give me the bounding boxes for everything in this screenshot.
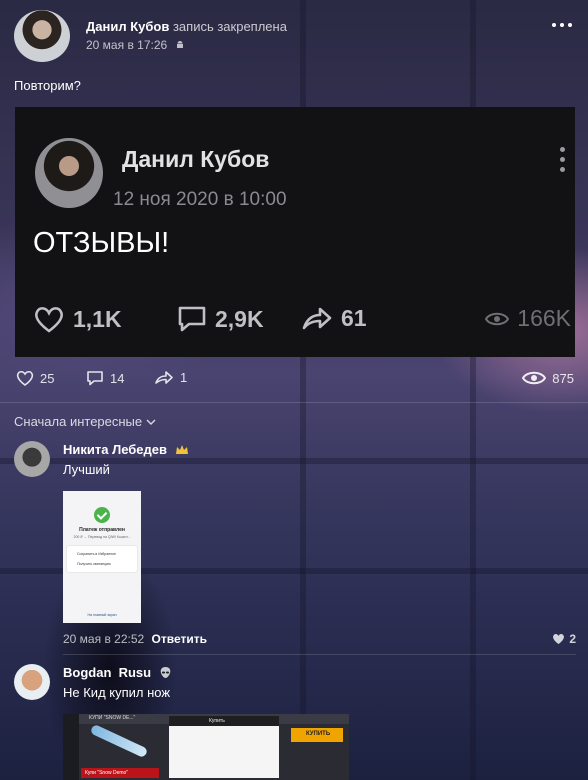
comment-meta: 20 мая в 22:52 Ответить: [63, 632, 207, 646]
attachment-red-label: Купи "Snow Demo": [81, 768, 159, 778]
like-count: 25: [40, 370, 55, 386]
commenter-avatar[interactable]: [14, 664, 50, 700]
check-icon: [94, 507, 110, 523]
like-button[interactable]: 25: [16, 370, 54, 386]
comment-like-button[interactable]: 2: [552, 632, 576, 646]
embed-date: 12 ноя 2020 в 10:00: [113, 189, 287, 210]
embed-author-name: Данил Кубов: [122, 146, 270, 172]
comment-button[interactable]: 14: [86, 370, 124, 386]
attachment-subtitle: 200 ₽ → Перевод на QIWI Кошел...: [73, 535, 131, 539]
share-count: 1: [180, 370, 188, 385]
comment-date[interactable]: 20 мая в 22:52: [63, 632, 144, 646]
comment-image-attachment[interactable]: Платеж отправлен 200 ₽ → Перевод на QIWI…: [63, 491, 141, 623]
divider: [0, 402, 588, 403]
embed-views-count: 166K: [517, 305, 571, 331]
post-date[interactable]: 20 мая в 17:26: [86, 38, 185, 52]
more-dots-icon[interactable]: [552, 20, 574, 30]
embed-comments-count: 2,9K: [215, 305, 264, 332]
comment-image-attachment[interactable]: КУПИ "SNOW DE..." Купить КУПИТЬ Купи "Sn…: [63, 714, 349, 780]
attachment-buy-label: КУПИТЬ: [306, 731, 331, 737]
knife-image: [89, 723, 149, 759]
post-views: 875: [522, 370, 574, 386]
comments-sort-label: Сначала интересные: [14, 414, 143, 429]
embed-views: 166K: [485, 305, 571, 332]
share-icon: [155, 370, 173, 384]
attachment-dialog-title: Купить: [209, 718, 225, 724]
attachment-header: КУПИ "SNOW DE...": [89, 715, 136, 721]
embed-shares: 61: [301, 305, 367, 332]
views-count: 875: [552, 370, 574, 386]
embedded-post-screenshot[interactable]: Данил Кубов 12 ноя 2020 в 10:00 ОТЗЫВЫ! …: [15, 107, 575, 357]
alien-icon: [160, 667, 171, 678]
embed-author-avatar: [35, 138, 103, 208]
comment-count: 14: [110, 370, 125, 386]
crown-icon: [175, 445, 188, 454]
share-icon: [302, 307, 332, 329]
author-name[interactable]: Данил Кубов: [86, 19, 169, 34]
author-avatar[interactable]: [14, 10, 70, 62]
attachment-item: Получить квитанцию: [77, 562, 111, 566]
embed-likes: 1,1K: [33, 305, 122, 333]
eye-icon: [485, 312, 510, 325]
commenter-avatar[interactable]: [14, 441, 50, 477]
reply-button[interactable]: Ответить: [152, 632, 207, 646]
attachment-card: Сохранить в Избранное Получить квитанцию: [67, 546, 137, 572]
embed-comments: 2,9K: [177, 305, 264, 333]
author-line: Данил Кубов запись закреплена: [86, 19, 287, 34]
post-text: Повторим?: [14, 78, 81, 93]
heart-icon: [16, 370, 34, 386]
comment-text: Не Кид купил нож: [63, 685, 171, 700]
eye-icon: [522, 371, 547, 385]
commenter-name-text: Bogdan Rusu: [63, 665, 152, 680]
attachment-item: Сохранить в Избранное: [77, 552, 116, 556]
embed-shares-count: 61: [341, 305, 367, 331]
heart-icon: [553, 634, 565, 644]
post-actions: 25 14 1 875: [16, 370, 574, 392]
post-date-text: 20 мая в 17:26: [86, 38, 168, 52]
embed-likes-count: 1,1K: [73, 305, 122, 332]
comment-like-count: 2: [569, 632, 576, 646]
commenter-name[interactable]: Никита Лебедев: [63, 442, 189, 457]
chevron-down-icon: [146, 419, 156, 425]
android-icon: [176, 41, 183, 48]
comments-sort-dropdown[interactable]: Сначала интересные: [14, 414, 156, 429]
comment-text: Лучший: [63, 462, 110, 477]
attachment-dialog: Купить: [169, 716, 279, 778]
attachment-red-text: Купи "Snow Demo": [85, 770, 129, 776]
attachment-sidebar: [63, 714, 79, 780]
embed-text: ОТЗЫВЫ!: [33, 227, 170, 259]
attachment-dialog-head: Купить: [169, 716, 279, 726]
comment-icon: [87, 371, 103, 386]
embed-stats: 1,1K 2,9K 61 166K: [33, 305, 571, 339]
attachment-title: Платеж отправлен: [79, 527, 125, 533]
heart-icon: [35, 307, 63, 333]
post-header: Данил Кубов запись закреплена 20 мая в 1…: [14, 10, 574, 62]
share-button[interactable]: 1: [154, 370, 187, 385]
commenter-name[interactable]: Bogdan Rusu: [63, 665, 172, 680]
embed-more-icon: [559, 147, 565, 173]
divider: [63, 654, 576, 655]
attachment-buy-button: КУПИТЬ: [291, 728, 343, 742]
comment-icon: [178, 306, 206, 332]
post-action: запись закреплена: [172, 19, 287, 34]
comment: Bogdan Rusu Не Кид купил нож: [14, 664, 574, 714]
commenter-name-text: Никита Лебедев: [63, 442, 167, 457]
attachment-footer: На главный экран: [87, 613, 117, 617]
